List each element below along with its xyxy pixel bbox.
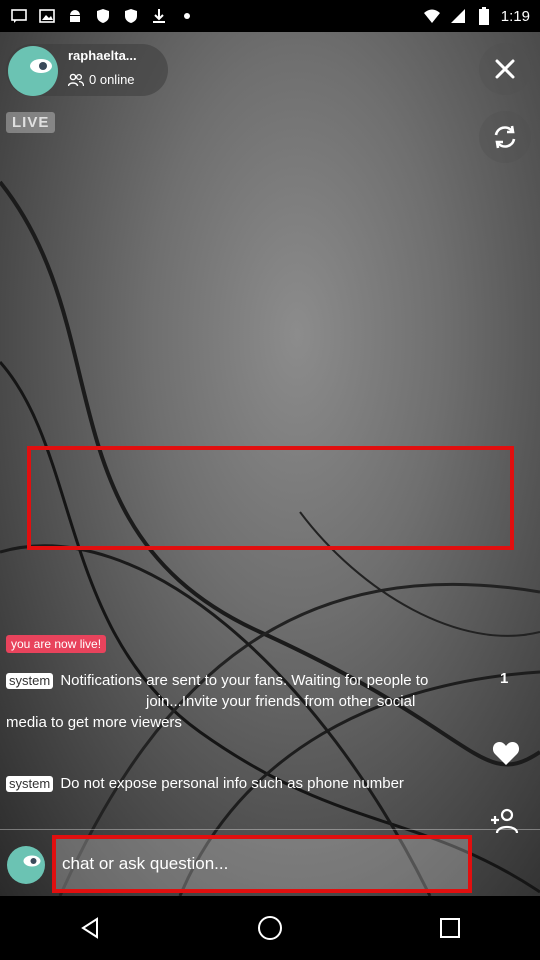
- user-avatar: [7, 846, 45, 884]
- host-name: raphaelta...: [68, 48, 137, 63]
- chat-input[interactable]: [52, 835, 472, 893]
- close-button[interactable]: [479, 43, 531, 95]
- download-icon: [150, 7, 168, 25]
- status-left-icons: [10, 7, 196, 25]
- like-count: 1: [500, 670, 509, 687]
- back-icon: [81, 917, 98, 939]
- camera-preview: raphaelta... 0 online LIVE you are now l…: [0, 32, 540, 896]
- message-text-line2: join...Invite your friends from other so…: [6, 693, 416, 731]
- avatar-eye-icon: [23, 855, 41, 867]
- online-count: 0 online: [68, 72, 135, 87]
- recents-icon: [440, 918, 460, 938]
- system-tag: system: [6, 673, 54, 689]
- close-icon: [495, 59, 515, 79]
- message-icon: [10, 7, 28, 25]
- signal-icon: [449, 7, 467, 25]
- dot-icon: [178, 7, 196, 25]
- like-button[interactable]: [489, 736, 523, 770]
- status-time: 1:19: [500, 7, 530, 25]
- refresh-icon: [494, 125, 516, 149]
- shield-icon: [122, 7, 140, 25]
- avatar-eye-icon: [30, 59, 52, 73]
- android-icon: [66, 7, 84, 25]
- home-button[interactable]: [240, 896, 300, 960]
- navigation-bar: [0, 896, 540, 960]
- status-right-icons: 1:19: [423, 7, 530, 25]
- message-text: Do not expose personal info such as phon…: [60, 775, 404, 792]
- add-user-button[interactable]: [487, 804, 523, 838]
- divider: [0, 829, 540, 830]
- switch-camera-button[interactable]: [479, 111, 531, 163]
- add-user-icon: [491, 808, 519, 834]
- live-badge: LIVE: [6, 112, 56, 133]
- shield-icon: [94, 7, 112, 25]
- back-button[interactable]: [60, 896, 120, 960]
- recents-button[interactable]: [420, 896, 480, 960]
- wifi-icon: [423, 7, 441, 25]
- chat-message: system Do not expose personal info such …: [6, 773, 454, 794]
- status-bar: 1:19: [0, 0, 540, 32]
- heart-icon: [492, 742, 520, 765]
- battery-icon: [475, 7, 493, 25]
- now-live-tag: you are now live!: [6, 635, 107, 653]
- chat-message: system Notifications are sent to your fa…: [6, 670, 454, 733]
- host-avatar[interactable]: [8, 46, 58, 96]
- home-icon: [258, 916, 282, 940]
- image-icon: [38, 7, 56, 25]
- highlight-box[interactable]: [27, 446, 514, 550]
- message-text-line1: Notifications are sent to your fans. Wai…: [60, 672, 429, 689]
- online-count-label: 0 online: [89, 72, 135, 87]
- system-tag: system: [6, 776, 54, 792]
- viewers-icon: [68, 73, 84, 86]
